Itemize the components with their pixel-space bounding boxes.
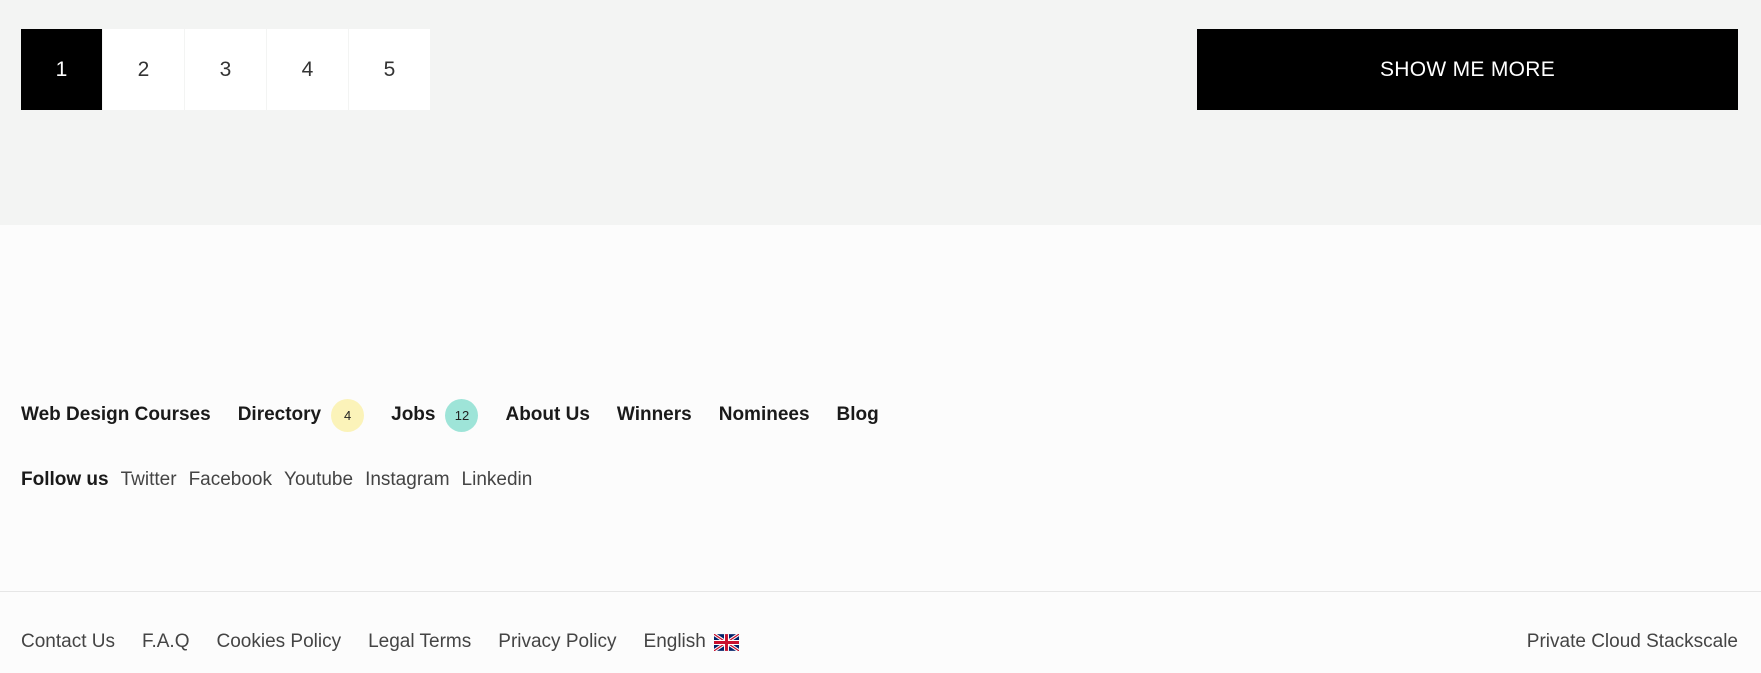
language-label: English: [643, 631, 706, 652]
footer-link-label: Winners: [616, 404, 692, 425]
language-selector[interactable]: English: [644, 631, 739, 653]
footer-link-label: Web Design Courses: [21, 404, 211, 425]
footer-divider: [0, 591, 1761, 592]
footer-link-label: Jobs: [391, 404, 436, 425]
footer-nav: Web Design Courses Directory 4 Jobs 12 A…: [21, 397, 906, 433]
jobs-count-badge: 12: [445, 398, 479, 432]
footer-link-label: Nominees: [718, 404, 810, 425]
footer-link-winners[interactable]: Winners: [617, 404, 692, 426]
page-button-5[interactable]: 5: [349, 29, 430, 110]
legal-links: Contact Us F.A.Q Cookies Policy Legal Te…: [21, 628, 739, 656]
social-link-youtube[interactable]: Youtube: [284, 469, 353, 491]
pagination-section: 1 2 3 4 5 SHOW ME MORE: [0, 0, 1761, 225]
footer-link-label: Directory: [237, 404, 322, 425]
footer-link-directory[interactable]: Directory 4: [237, 398, 365, 432]
footer-link-label: Blog: [836, 404, 879, 425]
footer-link-web-design-courses[interactable]: Web Design Courses: [21, 404, 211, 426]
footer-link-label: About Us: [505, 404, 590, 425]
page-button-3[interactable]: 3: [185, 29, 266, 110]
page-button-2[interactable]: 2: [103, 29, 184, 110]
directory-count-badge: 4: [331, 398, 365, 432]
page-button-4[interactable]: 4: [267, 29, 348, 110]
social-link-linkedin[interactable]: Linkedin: [462, 469, 533, 491]
footer-link-blog[interactable]: Blog: [837, 404, 879, 426]
show-more-button[interactable]: SHOW ME MORE: [1197, 29, 1738, 110]
contact-us-link[interactable]: Contact Us: [21, 631, 115, 653]
privacy-policy-link[interactable]: Privacy Policy: [498, 631, 616, 653]
hosting-credit-link[interactable]: Private Cloud Stackscale: [1527, 628, 1738, 656]
social-links: Follow us Twitter Facebook Youtube Insta…: [21, 467, 544, 493]
social-link-instagram[interactable]: Instagram: [365, 469, 449, 491]
follow-us-label: Follow us: [21, 469, 109, 490]
social-link-twitter[interactable]: Twitter: [121, 469, 177, 491]
footer-link-about-us[interactable]: About Us: [505, 404, 589, 426]
pagination: 1 2 3 4 5: [21, 29, 431, 110]
page-button-1[interactable]: 1: [21, 29, 102, 110]
legal-terms-link[interactable]: Legal Terms: [368, 631, 471, 653]
faq-link[interactable]: F.A.Q: [142, 631, 190, 653]
footer-link-nominees[interactable]: Nominees: [719, 404, 810, 426]
social-link-facebook[interactable]: Facebook: [189, 469, 272, 491]
cookies-policy-link[interactable]: Cookies Policy: [217, 631, 342, 653]
uk-flag-icon: [713, 633, 739, 651]
footer-link-jobs[interactable]: Jobs 12: [391, 398, 479, 432]
